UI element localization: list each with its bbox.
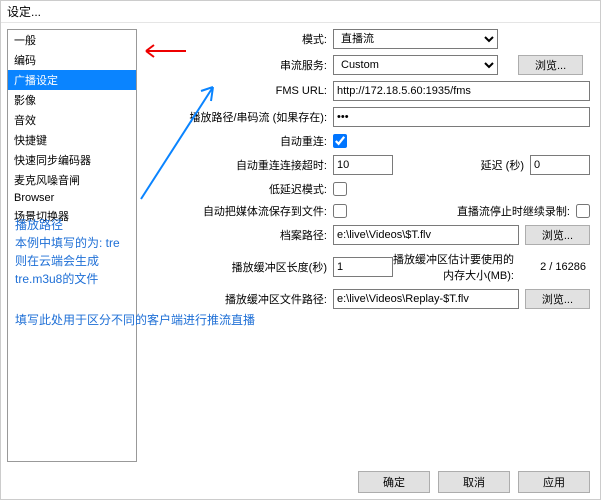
mode-select[interactable]: 直播流 [333,29,498,49]
sidebar-item-qsync[interactable]: 快速同步编码器 [8,150,136,170]
est-label: 播放缓冲区估计要使用的内存大小(MB): [393,251,520,283]
sidebar-item-broadcast[interactable]: 广播设定 [8,70,136,90]
annotation-text-1: 播放路径 本例中填写的为: tre 则在云端会生成 tre.m3u8的文件 [15,216,135,288]
sidebar-item-encoding[interactable]: 编码 [8,50,136,70]
auto-label: 自动重连: [173,133,333,149]
sidebar-item-audio[interactable]: 音效 [8,110,136,130]
lowlat-label: 低延迟模式: [173,181,333,197]
arch-label: 档案路径: [173,227,333,243]
auto-reconnect-checkbox[interactable] [333,134,347,148]
sidebar-item-hotkeys[interactable]: 快捷键 [8,130,136,150]
sidebar-item-noise[interactable]: 麦克风噪音闸 [8,170,136,190]
window-title: 设定... [1,1,600,23]
service-select[interactable]: Custom [333,55,498,75]
buffer-path-input[interactable] [333,289,519,309]
fms-label: FMS URL: [173,85,333,97]
browse-button-2[interactable]: 浏览... [525,225,590,245]
low-latency-checkbox[interactable] [333,182,347,196]
save-to-file-checkbox[interactable] [333,204,347,218]
path-label: 播放路径/串码流 (如果存在): [173,109,333,125]
dialog-footer: 确定 取消 应用 [358,471,590,493]
service-label: 串流服务: [173,57,333,73]
fms-url-input[interactable] [333,81,590,101]
retry-timeout-input[interactable] [333,155,393,175]
est-value: 2 / 16286 [520,261,590,273]
settings-form: 模式: 直播流 串流服务: Custom 浏览... FMS URL: 播放路径… [143,23,600,468]
buffer-length-input[interactable] [333,257,393,277]
mode-label: 模式: [173,31,333,47]
retry-label: 自动重连连接超时: [173,157,333,173]
sidebar-item-browser[interactable]: Browser [8,190,136,206]
buflen-label: 播放缓冲区长度(秒) [173,259,333,275]
archive-path-input[interactable] [333,225,519,245]
sidebar-item-general[interactable]: 一般 [8,30,136,50]
keep-recording-checkbox[interactable] [576,204,590,218]
delay-label: 延迟 (秒) [481,157,524,173]
delay-input[interactable] [530,155,590,175]
stream-path-input[interactable] [333,107,590,127]
browse-button-1[interactable]: 浏览... [518,55,583,75]
annotation-text-2: 填写此处用于区分不同的客户端进行推流直播 [15,311,295,329]
cancel-button[interactable]: 取消 [438,471,510,493]
browse-button-3[interactable]: 浏览... [525,289,590,309]
ok-button[interactable]: 确定 [358,471,430,493]
sidebar-item-video[interactable]: 影像 [8,90,136,110]
apply-button[interactable]: 应用 [518,471,590,493]
save-label: 自动把媒体流保存到文件: [173,203,333,219]
keeprec-label: 直播流停止时继续录制: [457,203,570,219]
bufpath-label: 播放缓冲区文件路径: [173,291,333,307]
